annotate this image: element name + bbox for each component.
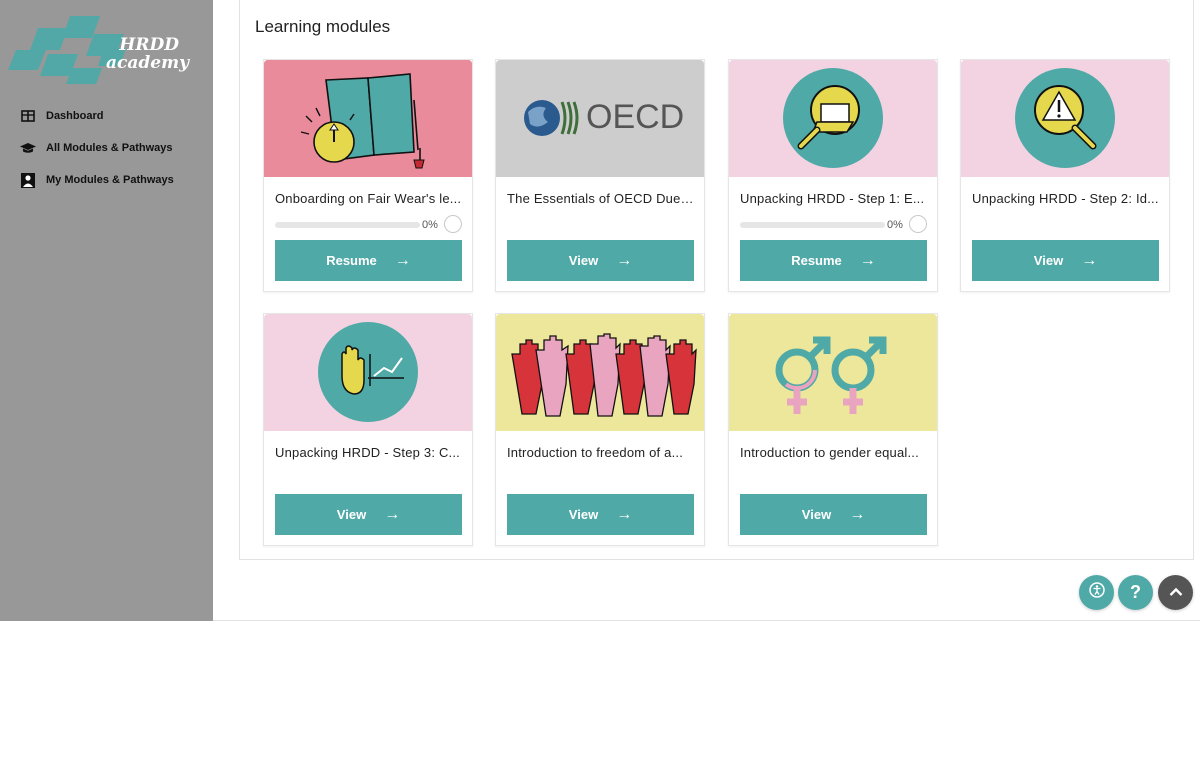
user-book-icon	[20, 172, 36, 188]
sidebar-item-my-modules[interactable]: My Modules & Pathways	[0, 164, 213, 196]
module-thumbnail: OECD	[496, 60, 704, 177]
view-button[interactable]: View →	[275, 494, 462, 535]
module-progress: 0%	[275, 215, 465, 235]
chevron-up-icon	[1169, 584, 1183, 602]
view-button[interactable]: View →	[740, 494, 927, 535]
logo-text: HRDD academy	[106, 36, 189, 72]
gender-symbols-icon	[729, 314, 937, 431]
button-label: View	[1033, 253, 1064, 268]
module-thumbnail	[264, 314, 472, 431]
module-thumbnail	[496, 314, 704, 431]
view-button[interactable]: View →	[972, 240, 1159, 281]
module-title: Unpacking HRDD - Step 3: C...	[275, 445, 460, 460]
logo-line-2: academy	[106, 53, 189, 73]
view-button[interactable]: View →	[507, 494, 694, 535]
accessibility-button[interactable]	[1079, 575, 1114, 610]
accessibility-icon	[1088, 582, 1105, 603]
sidebar-item-label: All Modules & Pathways	[46, 142, 173, 154]
module-title: Unpacking HRDD - Step 2: Id...	[972, 191, 1159, 206]
module-card-oecd[interactable]: OECD The Essentials of OECD Due ... View…	[495, 59, 705, 292]
module-title: Introduction to freedom of a...	[507, 445, 684, 460]
resume-button[interactable]: Resume →	[740, 240, 927, 281]
hand-chart-icon	[264, 314, 472, 431]
arrow-right-icon: →	[859, 251, 876, 269]
progress-bar	[740, 222, 885, 228]
arrow-right-icon: →	[1081, 251, 1098, 269]
module-title: The Essentials of OECD Due ...	[507, 191, 695, 206]
graduation-cap-icon	[20, 141, 36, 155]
button-label: Resume	[326, 253, 377, 268]
section-title: Learning modules	[255, 17, 391, 36]
dashboard-icon	[20, 109, 36, 123]
raised-hands-icon	[496, 314, 704, 431]
arrow-right-icon: →	[394, 251, 411, 269]
button-label: View	[568, 253, 599, 268]
button-label: View	[568, 507, 599, 522]
button-label: Resume	[791, 253, 842, 268]
module-thumbnail	[729, 314, 937, 431]
module-thumbnail	[961, 60, 1169, 177]
help-button[interactable]: ?	[1118, 575, 1153, 610]
magnifier-warning-icon	[961, 60, 1169, 177]
sidebar-item-dashboard[interactable]: Dashboard	[0, 100, 213, 132]
module-card-freedom-of-association[interactable]: Introduction to freedom of a... View →	[495, 313, 705, 546]
logo-line-1: HRDD	[119, 35, 179, 55]
sidebar: HRDD academy Dashboard All Modules & Pat…	[0, 0, 213, 621]
scroll-to-top-button[interactable]	[1158, 575, 1193, 610]
progress-percent: 0%	[887, 219, 903, 231]
completion-circle-icon	[909, 215, 927, 233]
sidebar-item-all-modules[interactable]: All Modules & Pathways	[0, 132, 213, 164]
sidebar-item-label: My Modules & Pathways	[46, 174, 174, 186]
button-label: View	[801, 507, 832, 522]
magnifier-folder-icon	[729, 60, 937, 177]
module-progress: 0%	[740, 215, 930, 235]
module-thumbnail	[729, 60, 937, 177]
module-card-hrdd-step-3[interactable]: Unpacking HRDD - Step 3: C... View →	[263, 313, 473, 546]
arrow-right-icon: →	[616, 251, 633, 269]
module-title: Onboarding on Fair Wear's le...	[275, 191, 462, 206]
button-label: View	[336, 507, 367, 522]
learning-modules-panel: Learning modules Onboarding on Fair Wear…	[239, 0, 1194, 560]
module-thumbnail	[264, 60, 472, 177]
hrdd-academy-logo[interactable]: HRDD academy	[8, 14, 193, 86]
oecd-logo-text: OECD	[586, 98, 685, 136]
sidebar-item-label: Dashboard	[46, 110, 104, 122]
module-title: Introduction to gender equal...	[740, 445, 919, 460]
footer-divider	[213, 620, 1200, 621]
progress-bar	[275, 222, 420, 228]
resume-button[interactable]: Resume →	[275, 240, 462, 281]
sidebar-nav: Dashboard All Modules & Pathways My Modu…	[0, 100, 213, 196]
arrow-right-icon: →	[384, 505, 401, 523]
view-button[interactable]: View →	[507, 240, 694, 281]
module-title: Unpacking HRDD - Step 1: E...	[740, 191, 925, 206]
arrow-right-icon: →	[616, 505, 633, 523]
completion-circle-icon	[444, 215, 462, 233]
help-icon: ?	[1130, 582, 1141, 602]
book-clock-icon	[264, 60, 472, 177]
arrow-right-icon: →	[849, 505, 866, 523]
module-card-gender-equality[interactable]: Introduction to gender equal... View →	[728, 313, 938, 546]
module-card-hrdd-step-1[interactable]: Unpacking HRDD - Step 1: E... 0% Resume …	[728, 59, 938, 292]
module-card-hrdd-step-2[interactable]: Unpacking HRDD - Step 2: Id... View →	[960, 59, 1170, 292]
module-card-onboarding[interactable]: Onboarding on Fair Wear's le... 0% Resum…	[263, 59, 473, 292]
progress-percent: 0%	[422, 219, 438, 231]
